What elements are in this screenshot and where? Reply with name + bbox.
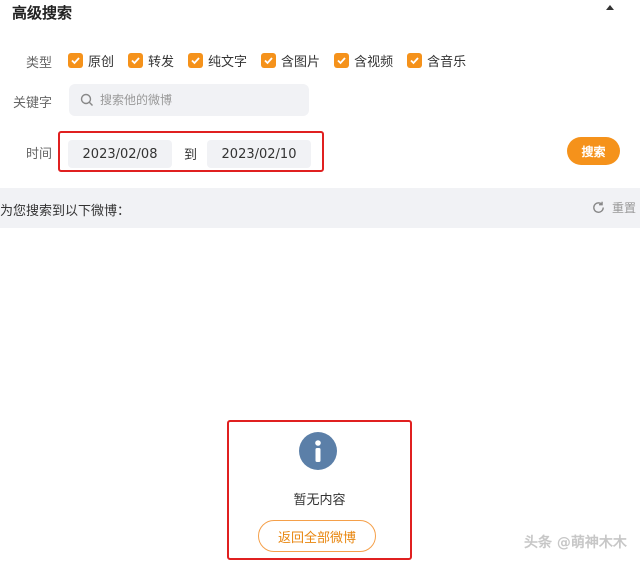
checkbox-original[interactable]: 原创 — [68, 49, 114, 71]
end-date-input[interactable]: 2023/02/10 — [207, 140, 311, 168]
checkbox-label: 纯文字 — [208, 54, 248, 70]
refresh-icon — [593, 201, 604, 213]
empty-message: 暂无内容 — [293, 493, 346, 508]
type-label: 类型 — [26, 56, 53, 71]
checkbox-text-only[interactable]: 纯文字 — [188, 49, 247, 71]
keyword-label: 关键字 — [13, 96, 53, 111]
checkbox-label: 原创 — [88, 54, 115, 70]
keyword-search-box — [69, 84, 309, 116]
search-button[interactable]: 搜索 — [567, 137, 620, 165]
check-icon — [128, 52, 144, 68]
checkbox-label: 含图片 — [281, 54, 321, 70]
check-icon — [68, 52, 83, 68]
date-range-separator: 到 — [184, 148, 198, 163]
search-icon — [80, 93, 93, 106]
watermark: 头条 @萌神木木 — [524, 535, 627, 551]
reset-label: 重置 — [611, 201, 636, 215]
check-icon — [334, 52, 350, 68]
result-heading: 为您搜索到以下微博： — [0, 204, 131, 219]
checkbox-with-video[interactable]: 含视频 — [334, 49, 393, 71]
page-title: 高级搜索 — [12, 4, 73, 22]
time-label: 时间 — [26, 147, 53, 162]
empty-state-highlight: 暂无内容 返回全部微博 — [227, 420, 412, 560]
checkbox-label: 转发 — [148, 54, 175, 70]
checkbox-label: 含音乐 — [427, 54, 467, 70]
info-icon — [299, 432, 337, 470]
check-icon — [261, 52, 277, 68]
advanced-search-header: 高级搜索 — [0, 0, 640, 28]
checkbox-repost[interactable]: 转发 — [128, 49, 174, 71]
back-to-all-weibo-button[interactable]: 返回全部微博 — [258, 520, 376, 552]
checkbox-with-music[interactable]: 含音乐 — [407, 49, 466, 71]
checkbox-with-image[interactable]: 含图片 — [261, 49, 320, 71]
checkbox-label: 含视频 — [354, 54, 394, 70]
keyword-input[interactable] — [100, 93, 290, 107]
collapse-icon[interactable] — [604, 2, 616, 14]
type-checkbox-group: 原创 转发 纯文字 含图片 含视频 含音乐 — [68, 49, 480, 71]
check-icon — [188, 52, 204, 68]
date-range-highlight: 2023/02/08 到 2023/02/10 — [58, 131, 324, 172]
check-icon — [407, 52, 423, 68]
result-bar: 为您搜索到以下微博： 重置 — [0, 188, 640, 228]
start-date-input[interactable]: 2023/02/08 — [68, 140, 172, 168]
reset-button[interactable]: 重置 — [591, 199, 636, 216]
